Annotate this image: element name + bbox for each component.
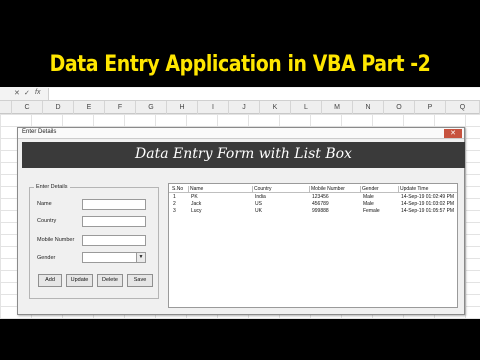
add-button[interactable]: Add [38,274,62,287]
select-all-corner[interactable] [0,101,12,114]
list-item[interactable]: 1 PK India 123456 Male 14-Sep-19 01:02:4… [169,194,457,201]
cell-mobile: 456789 [312,201,329,207]
column-divider [252,186,253,193]
mobile-number-label: Mobile Number [37,237,75,243]
banner-title: Data Entry Application in VBA Part -2 [49,52,431,77]
listbox-header-row: S.No Name Country Mobile Number Gender U… [169,186,457,193]
cell-name: Lucy [191,208,202,214]
column-headers: C D E F G H I J K L M N O P Q [0,101,480,114]
mobile-number-input[interactable] [82,235,146,246]
userform-titlebar[interactable]: Enter Details ✕ [18,128,464,139]
cell-country: India [255,194,266,200]
column-header[interactable]: M [322,101,353,114]
cell-gender: Male [363,201,374,207]
records-listbox[interactable]: S.No Name Country Mobile Number Gender U… [168,183,458,308]
column-divider [360,186,361,193]
listbox-header: Update Time [400,186,429,192]
column-divider [398,186,399,193]
listbox-header: Country [254,186,272,192]
column-divider [309,186,310,193]
name-input[interactable] [82,199,146,210]
cell-sno: 1 [173,194,176,200]
cell-sno: 3 [173,208,176,214]
cell-name: Jack [191,201,202,207]
gender-combobox[interactable]: ▼ [82,252,146,263]
cell-gender: Male [363,194,374,200]
column-header[interactable]: N [353,101,384,114]
column-header[interactable]: E [74,101,105,114]
listbox-header: Name [190,186,204,192]
enter-details-frame: Enter Details Name Country Mobile Number… [29,184,159,299]
userform-window: Enter Details ✕ Data Entry Form with Lis… [17,127,465,315]
cell-country: UK [255,208,262,214]
chevron-down-icon[interactable]: ▼ [136,253,145,262]
frame-legend: Enter Details [34,184,70,190]
list-item[interactable]: 2 Jack US 456789 Male 14-Sep-19 01:03:02… [169,201,457,208]
screen: Data Entry Application in VBA Part -2 ✕ … [0,0,480,360]
close-icon: ✕ [450,130,456,137]
cell-gender: Female [363,208,380,214]
function-icon[interactable]: fx [35,89,40,96]
column-header[interactable]: Q [446,101,480,114]
name-label: Name [37,201,52,207]
column-header[interactable]: H [167,101,198,114]
cell-update-time: 14-Sep-19 01:02:49 PM [401,194,455,200]
cell-name: PK [191,194,198,200]
column-header[interactable]: G [136,101,167,114]
cell-country: US [255,201,262,207]
close-button[interactable]: ✕ [444,129,462,138]
formula-input[interactable] [48,88,480,100]
column-divider [188,186,189,193]
cell-update-time: 14-Sep-19 01:05:57 PM [401,208,455,214]
cell-update-time: 14-Sep-19 01:03:02 PM [401,201,455,207]
save-button[interactable]: Save [127,274,153,287]
listbox-header: S.No [172,186,184,192]
column-header[interactable]: K [260,101,291,114]
list-item[interactable]: 3 Lucy UK 999888 Female 14-Sep-19 01:05:… [169,208,457,215]
listbox-header: Gender [362,186,379,192]
listbox-header: Mobile Number [311,186,345,192]
gender-label: Gender [37,255,56,261]
column-header[interactable]: D [43,101,74,114]
userform-title: Enter Details [22,129,57,135]
update-button[interactable]: Update [66,274,93,287]
formula-bar: ✕ ✓ fx [0,87,480,101]
country-label: Country [37,218,57,224]
column-header[interactable]: C [12,101,43,114]
column-header[interactable]: F [105,101,136,114]
cancel-icon[interactable]: ✕ [14,89,20,97]
column-header[interactable]: O [384,101,415,114]
country-input[interactable] [82,216,146,227]
form-heading: Data Entry Form with List Box [135,146,352,162]
delete-button[interactable]: Delete [97,274,123,287]
cell-sno: 2 [173,201,176,207]
column-header[interactable]: I [198,101,229,114]
column-header[interactable]: J [229,101,260,114]
enter-icon[interactable]: ✓ [24,89,30,97]
column-header[interactable]: L [291,101,322,114]
cell-mobile: 999888 [312,208,329,214]
cell-mobile: 123456 [312,194,329,200]
column-header[interactable]: P [415,101,446,114]
